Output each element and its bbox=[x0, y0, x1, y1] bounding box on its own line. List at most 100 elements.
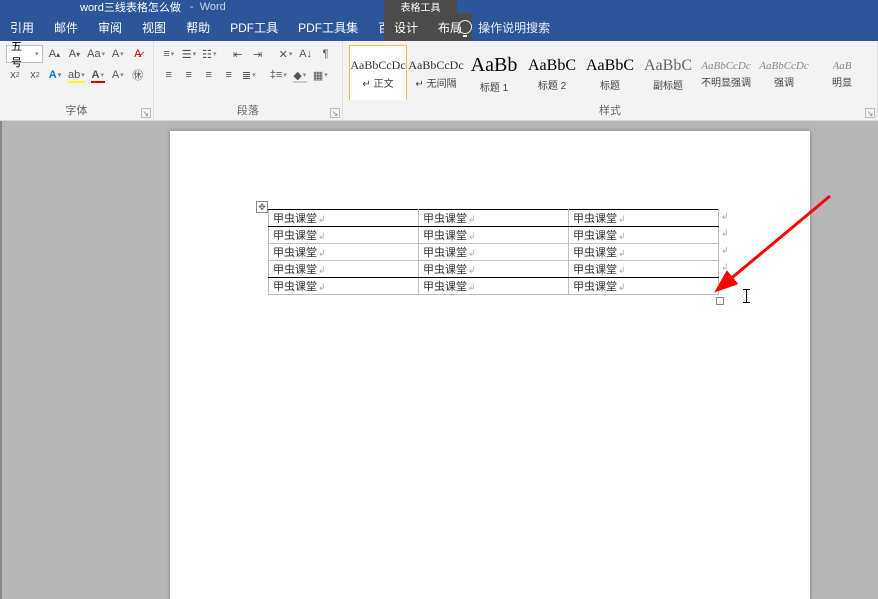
asian-layout-button[interactable]: ✕ bbox=[277, 45, 295, 63]
table-row[interactable]: 甲虫课堂↲甲虫课堂↲甲虫课堂↲ bbox=[269, 227, 719, 244]
font-size-combo[interactable]: 五号 bbox=[6, 45, 43, 63]
style-item-0[interactable]: AaBbCcDc↵ 正文 bbox=[349, 45, 407, 100]
phonetic-guide-button[interactable]: A bbox=[109, 45, 127, 63]
text-effects-button[interactable]: A bbox=[46, 66, 64, 84]
table-cell[interactable]: 甲虫课堂↲ bbox=[269, 261, 419, 278]
align-left-button[interactable]: ≡ bbox=[160, 66, 178, 84]
table-cell[interactable]: 甲虫课堂↲ bbox=[269, 244, 419, 261]
cell-text: 甲虫课堂 bbox=[273, 247, 317, 259]
paragraph-mark: ↲ bbox=[618, 214, 626, 224]
table-resize-handle[interactable] bbox=[716, 297, 724, 305]
table-cell[interactable]: 甲虫课堂↲ bbox=[419, 210, 569, 227]
table-cell[interactable]: 甲虫课堂↲ bbox=[569, 227, 719, 244]
cell-text: 甲虫课堂 bbox=[573, 230, 617, 242]
table-cell[interactable]: 甲虫课堂↲ bbox=[419, 261, 569, 278]
style-item-7[interactable]: AaBbCcDc强调 bbox=[755, 45, 813, 100]
style-preview: AaBbC bbox=[644, 57, 692, 75]
show-marks-button[interactable]: ¶ bbox=[317, 45, 335, 63]
enclose-char-button[interactable]: ㊡ bbox=[129, 66, 147, 84]
borders-button[interactable]: ▦ bbox=[311, 66, 330, 84]
style-name: 标题 bbox=[600, 77, 620, 92]
table-cell[interactable]: 甲虫课堂↲ bbox=[569, 244, 719, 261]
table-cell[interactable]: 甲虫课堂↲ bbox=[419, 227, 569, 244]
style-item-5[interactable]: AaBbC副标题 bbox=[639, 45, 697, 100]
paragraph-mark: ↲ bbox=[468, 231, 476, 241]
tab-4[interactable]: 帮助 bbox=[176, 13, 220, 41]
align-right-button[interactable]: ≡ bbox=[200, 66, 218, 84]
cell-text: 甲虫课堂 bbox=[423, 264, 467, 276]
line-spacing-button[interactable]: ‡≡ bbox=[268, 66, 289, 84]
styles-gallery[interactable]: AaBbCcDc↵ 正文AaBbCcDc↵ 无间隔AaBb标题 1AaBbC标题… bbox=[349, 45, 871, 100]
cell-text: 甲虫课堂 bbox=[573, 264, 617, 276]
font-dialog-launcher[interactable]: ↘ bbox=[141, 108, 151, 118]
decrease-indent-button[interactable]: ⇤ bbox=[229, 45, 247, 63]
char-border-button[interactable]: A bbox=[109, 66, 127, 84]
multilevel-list-button[interactable]: ☷ bbox=[200, 45, 218, 63]
shrink-font-button[interactable]: A▾ bbox=[65, 45, 83, 63]
styles-dialog-launcher[interactable]: ↘ bbox=[865, 108, 875, 118]
cell-text: 甲虫课堂 bbox=[273, 281, 317, 293]
align-center-button[interactable]: ≡ bbox=[180, 66, 198, 84]
tab-0[interactable]: 引用 bbox=[0, 13, 44, 41]
style-item-2[interactable]: AaBb标题 1 bbox=[465, 45, 523, 100]
font-color-button[interactable]: A bbox=[89, 66, 107, 84]
ribbon: 五号 A▴ A▾ Aa A A̷ x2 x2 A ab A A ㊡ 字体 ↘ ≡… bbox=[0, 41, 878, 121]
paragraph-group-label: 段落 bbox=[160, 100, 336, 118]
tab-6[interactable]: PDF工具集 bbox=[288, 13, 368, 41]
superscript-button[interactable]: x2 bbox=[6, 66, 24, 84]
style-preview: AaBbCcDc bbox=[759, 60, 808, 72]
cell-text: 甲虫课堂 bbox=[423, 230, 467, 242]
style-item-4[interactable]: AaBbC 标题 bbox=[581, 45, 639, 100]
table-row[interactable]: 甲虫课堂↲甲虫课堂↲甲虫课堂↲ bbox=[269, 278, 719, 295]
paragraph-mark: ↲ bbox=[618, 282, 626, 292]
cell-text: 甲虫课堂 bbox=[573, 281, 617, 293]
subscript-button[interactable]: x2 bbox=[26, 66, 44, 84]
cell-text: 甲虫课堂 bbox=[573, 213, 617, 225]
shading-button[interactable]: ◆ bbox=[291, 66, 309, 84]
document-area[interactable]: ✥ 甲虫课堂↲甲虫课堂↲甲虫课堂↲甲虫课堂↲甲虫课堂↲甲虫课堂↲甲虫课堂↲甲虫课… bbox=[0, 121, 878, 599]
table-cell[interactable]: 甲虫课堂↲ bbox=[419, 244, 569, 261]
bullets-button[interactable]: ≡ bbox=[160, 45, 178, 63]
tab-1[interactable]: 邮件 bbox=[44, 13, 88, 41]
table-row[interactable]: 甲虫课堂↲甲虫课堂↲甲虫课堂↲ bbox=[269, 261, 719, 278]
paragraph-mark: ↲ bbox=[468, 282, 476, 292]
cell-text: 甲虫课堂 bbox=[273, 230, 317, 242]
numbering-button[interactable]: ☰ bbox=[180, 45, 198, 63]
table-row[interactable]: 甲虫课堂↲甲虫课堂↲甲虫课堂↲ bbox=[269, 210, 719, 227]
table-cell[interactable]: 甲虫课堂↲ bbox=[269, 210, 419, 227]
tab-2[interactable]: 审阅 bbox=[88, 13, 132, 41]
highlight-button[interactable]: ab bbox=[66, 66, 87, 84]
tab-5[interactable]: PDF工具 bbox=[220, 13, 288, 41]
style-item-6[interactable]: AaBbCcDc不明显强调 bbox=[697, 45, 755, 100]
distribute-button[interactable]: ≣ bbox=[240, 66, 258, 84]
styles-group: AaBbCcDc↵ 正文AaBbCcDc↵ 无间隔AaBb标题 1AaBbC标题… bbox=[343, 41, 878, 120]
table-cell[interactable]: 甲虫课堂↲ bbox=[269, 227, 419, 244]
cell-text: 甲虫课堂 bbox=[273, 213, 317, 225]
table-cell[interactable]: 甲虫课堂↲ bbox=[269, 278, 419, 295]
paragraph-mark: ↲ bbox=[618, 265, 626, 275]
page[interactable]: ✥ 甲虫课堂↲甲虫课堂↲甲虫课堂↲甲虫课堂↲甲虫课堂↲甲虫课堂↲甲虫课堂↲甲虫课… bbox=[170, 131, 810, 599]
row-end-mark: ↲ bbox=[721, 211, 729, 222]
table-cell[interactable]: 甲虫课堂↲ bbox=[569, 261, 719, 278]
table-cell[interactable]: 甲虫课堂↲ bbox=[569, 210, 719, 227]
table-move-handle[interactable]: ✥ bbox=[256, 201, 268, 213]
increase-indent-button[interactable]: ⇥ bbox=[249, 45, 267, 63]
style-item-3[interactable]: AaBbC标题 2 bbox=[523, 45, 581, 100]
style-preview: AaBbC bbox=[528, 57, 576, 75]
style-preview: AaBbC bbox=[586, 57, 634, 75]
table-cell[interactable]: 甲虫课堂↲ bbox=[569, 278, 719, 295]
style-name: 标题 1 bbox=[480, 79, 508, 94]
table-row[interactable]: 甲虫课堂↲甲虫课堂↲甲虫课堂↲ bbox=[269, 244, 719, 261]
context-tab-0[interactable]: 设计 bbox=[384, 13, 428, 41]
paragraph-dialog-launcher[interactable]: ↘ bbox=[330, 108, 340, 118]
style-item-1[interactable]: AaBbCcDc↵ 无间隔 bbox=[407, 45, 465, 100]
change-case-button[interactable]: Aa bbox=[85, 45, 106, 63]
style-item-8[interactable]: AaB明显 bbox=[813, 45, 871, 100]
sort-button[interactable]: A↓ bbox=[297, 45, 315, 63]
clear-formatting-button[interactable]: A̷ bbox=[129, 45, 147, 63]
tab-3[interactable]: 视图 bbox=[132, 13, 176, 41]
justify-button[interactable]: ≡ bbox=[220, 66, 238, 84]
table-cell[interactable]: 甲虫课堂↲ bbox=[419, 278, 569, 295]
grow-font-button[interactable]: A▴ bbox=[45, 45, 63, 63]
word-table[interactable]: 甲虫课堂↲甲虫课堂↲甲虫课堂↲甲虫课堂↲甲虫课堂↲甲虫课堂↲甲虫课堂↲甲虫课堂↲… bbox=[268, 209, 719, 295]
